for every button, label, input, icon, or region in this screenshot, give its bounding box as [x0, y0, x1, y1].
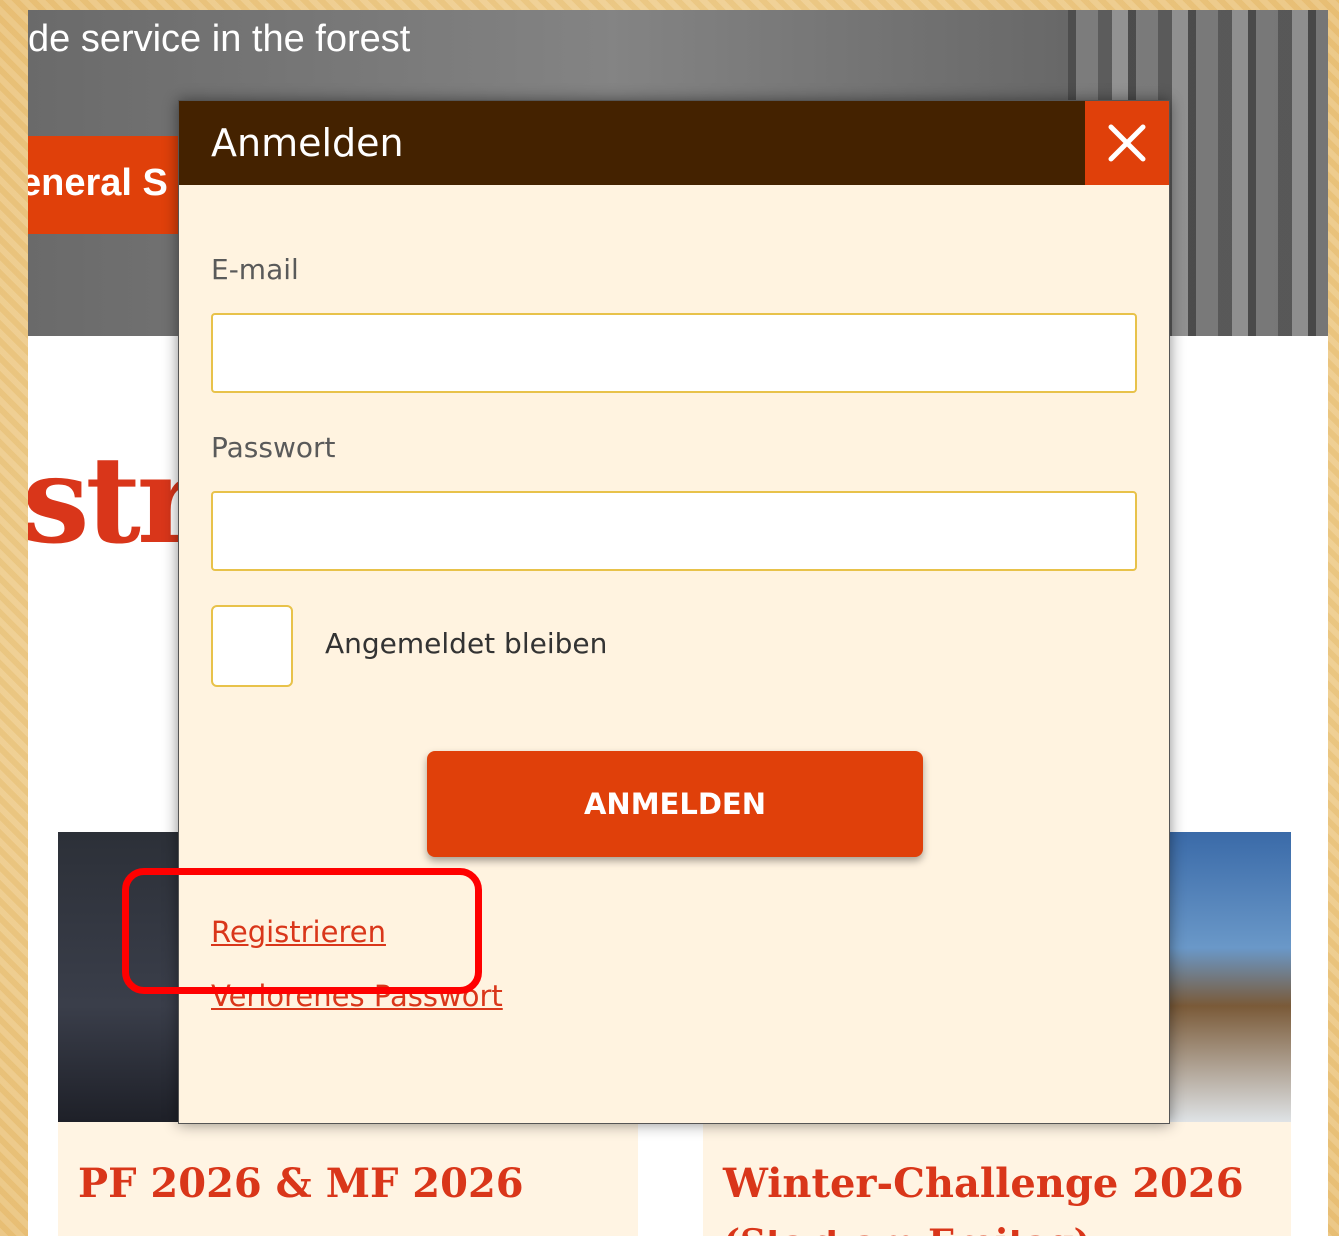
- modal-title: Anmelden: [211, 121, 404, 165]
- hero-title: de service in the forest: [28, 18, 411, 60]
- email-field[interactable]: [211, 313, 1137, 393]
- remember-me-checkbox[interactable]: [211, 605, 293, 687]
- nav-category-label: eneral S: [28, 162, 168, 204]
- email-label: E-mail: [211, 253, 299, 286]
- page-heading: str: [28, 430, 200, 571]
- event-card-title[interactable]: Winter-Challenge 2026: [723, 1160, 1244, 1207]
- modal-header: Anmelden: [179, 101, 1169, 185]
- event-card-subtitle: (Start am Freitag): [723, 1222, 1091, 1236]
- event-card-title[interactable]: PF 2026 & MF 2026: [78, 1160, 524, 1207]
- remember-me-label[interactable]: Angemeldet bleiben: [325, 627, 607, 660]
- close-button[interactable]: [1085, 101, 1169, 185]
- login-submit-button[interactable]: ANMELDEN: [427, 751, 923, 857]
- close-icon: [1108, 124, 1146, 162]
- highlight-annotation: [122, 868, 482, 994]
- password-field[interactable]: [211, 491, 1137, 571]
- password-label: Passwort: [211, 431, 336, 464]
